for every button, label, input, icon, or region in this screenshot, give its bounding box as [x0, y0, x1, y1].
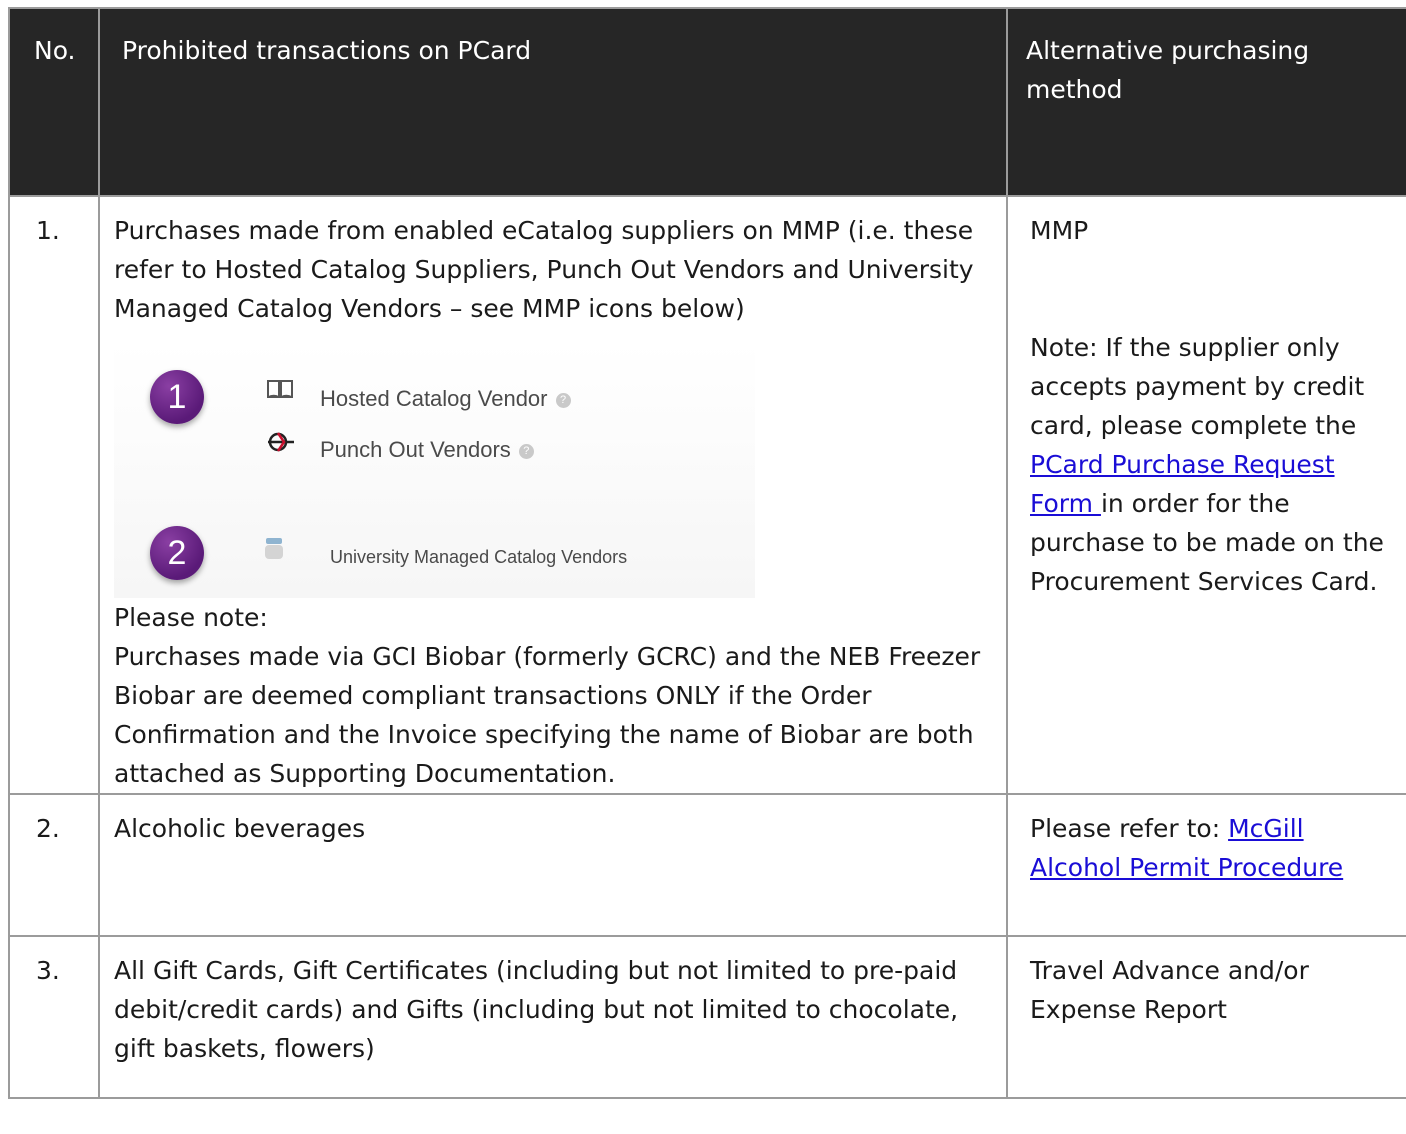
- table-header-row: No. Prohibited transactions on PCard Alt…: [8, 7, 1406, 197]
- alt-title: MMP: [1030, 216, 1089, 245]
- row-number: 3.: [8, 935, 100, 1099]
- row-prohibited: Alcoholic beverages: [98, 793, 1008, 937]
- row-number: 2.: [8, 793, 100, 937]
- book-icon: [267, 380, 293, 398]
- row-number: 1.: [8, 195, 100, 795]
- row-alternative: Travel Advance and/or Expense Report: [1006, 935, 1406, 1099]
- header-no: No.: [8, 7, 100, 197]
- help-icon: ?: [555, 392, 571, 408]
- please-note-text: Purchases made via GCI Biobar (formerly …: [114, 642, 981, 788]
- badge-two: 2: [150, 526, 204, 580]
- header-alternative: Alternative purchasing method: [1006, 7, 1406, 197]
- document-page: No. Prohibited transactions on PCard Alt…: [0, 0, 1406, 1134]
- punch-out-label: Punch Out Vendors?: [320, 437, 534, 463]
- alt-note: Note: If the supplier only accepts payme…: [1030, 333, 1384, 596]
- header-prohibited: Prohibited transactions on PCard: [98, 7, 1008, 197]
- please-note-label: Please note:: [114, 603, 268, 632]
- row-prohibited: Purchases made from enabled eCatalog sup…: [98, 195, 1008, 795]
- row-text: Purchases made from enabled eCatalog sup…: [114, 216, 974, 323]
- punch-out-icon: [268, 432, 294, 452]
- row-alternative: MMP Note: If the supplier only accepts p…: [1006, 195, 1406, 795]
- database-icon: [265, 538, 283, 559]
- table-row: 1. Purchases made from enabled eCatalog …: [8, 195, 1406, 795]
- hosted-catalog-label: Hosted Catalog Vendor?: [320, 386, 571, 412]
- university-catalog-label: University Managed Catalog Vendors: [330, 547, 628, 567]
- badge-one: 1: [150, 370, 204, 424]
- mmp-icons-image: 1 Hosted Catalog Vendor? Punch Out Vendo…: [114, 342, 755, 598]
- table-row: 3. All Gift Cards, Gift Certificates (in…: [8, 935, 1406, 1099]
- table-row: 2. Alcoholic beverages Please refer to: …: [8, 793, 1406, 937]
- prohibited-transactions-table: No. Prohibited transactions on PCard Alt…: [8, 7, 1406, 1099]
- row-alternative: Please refer to: McGill Alcohol Permit P…: [1006, 793, 1406, 937]
- help-icon: ?: [518, 443, 534, 459]
- row-prohibited: All Gift Cards, Gift Certificates (inclu…: [98, 935, 1008, 1099]
